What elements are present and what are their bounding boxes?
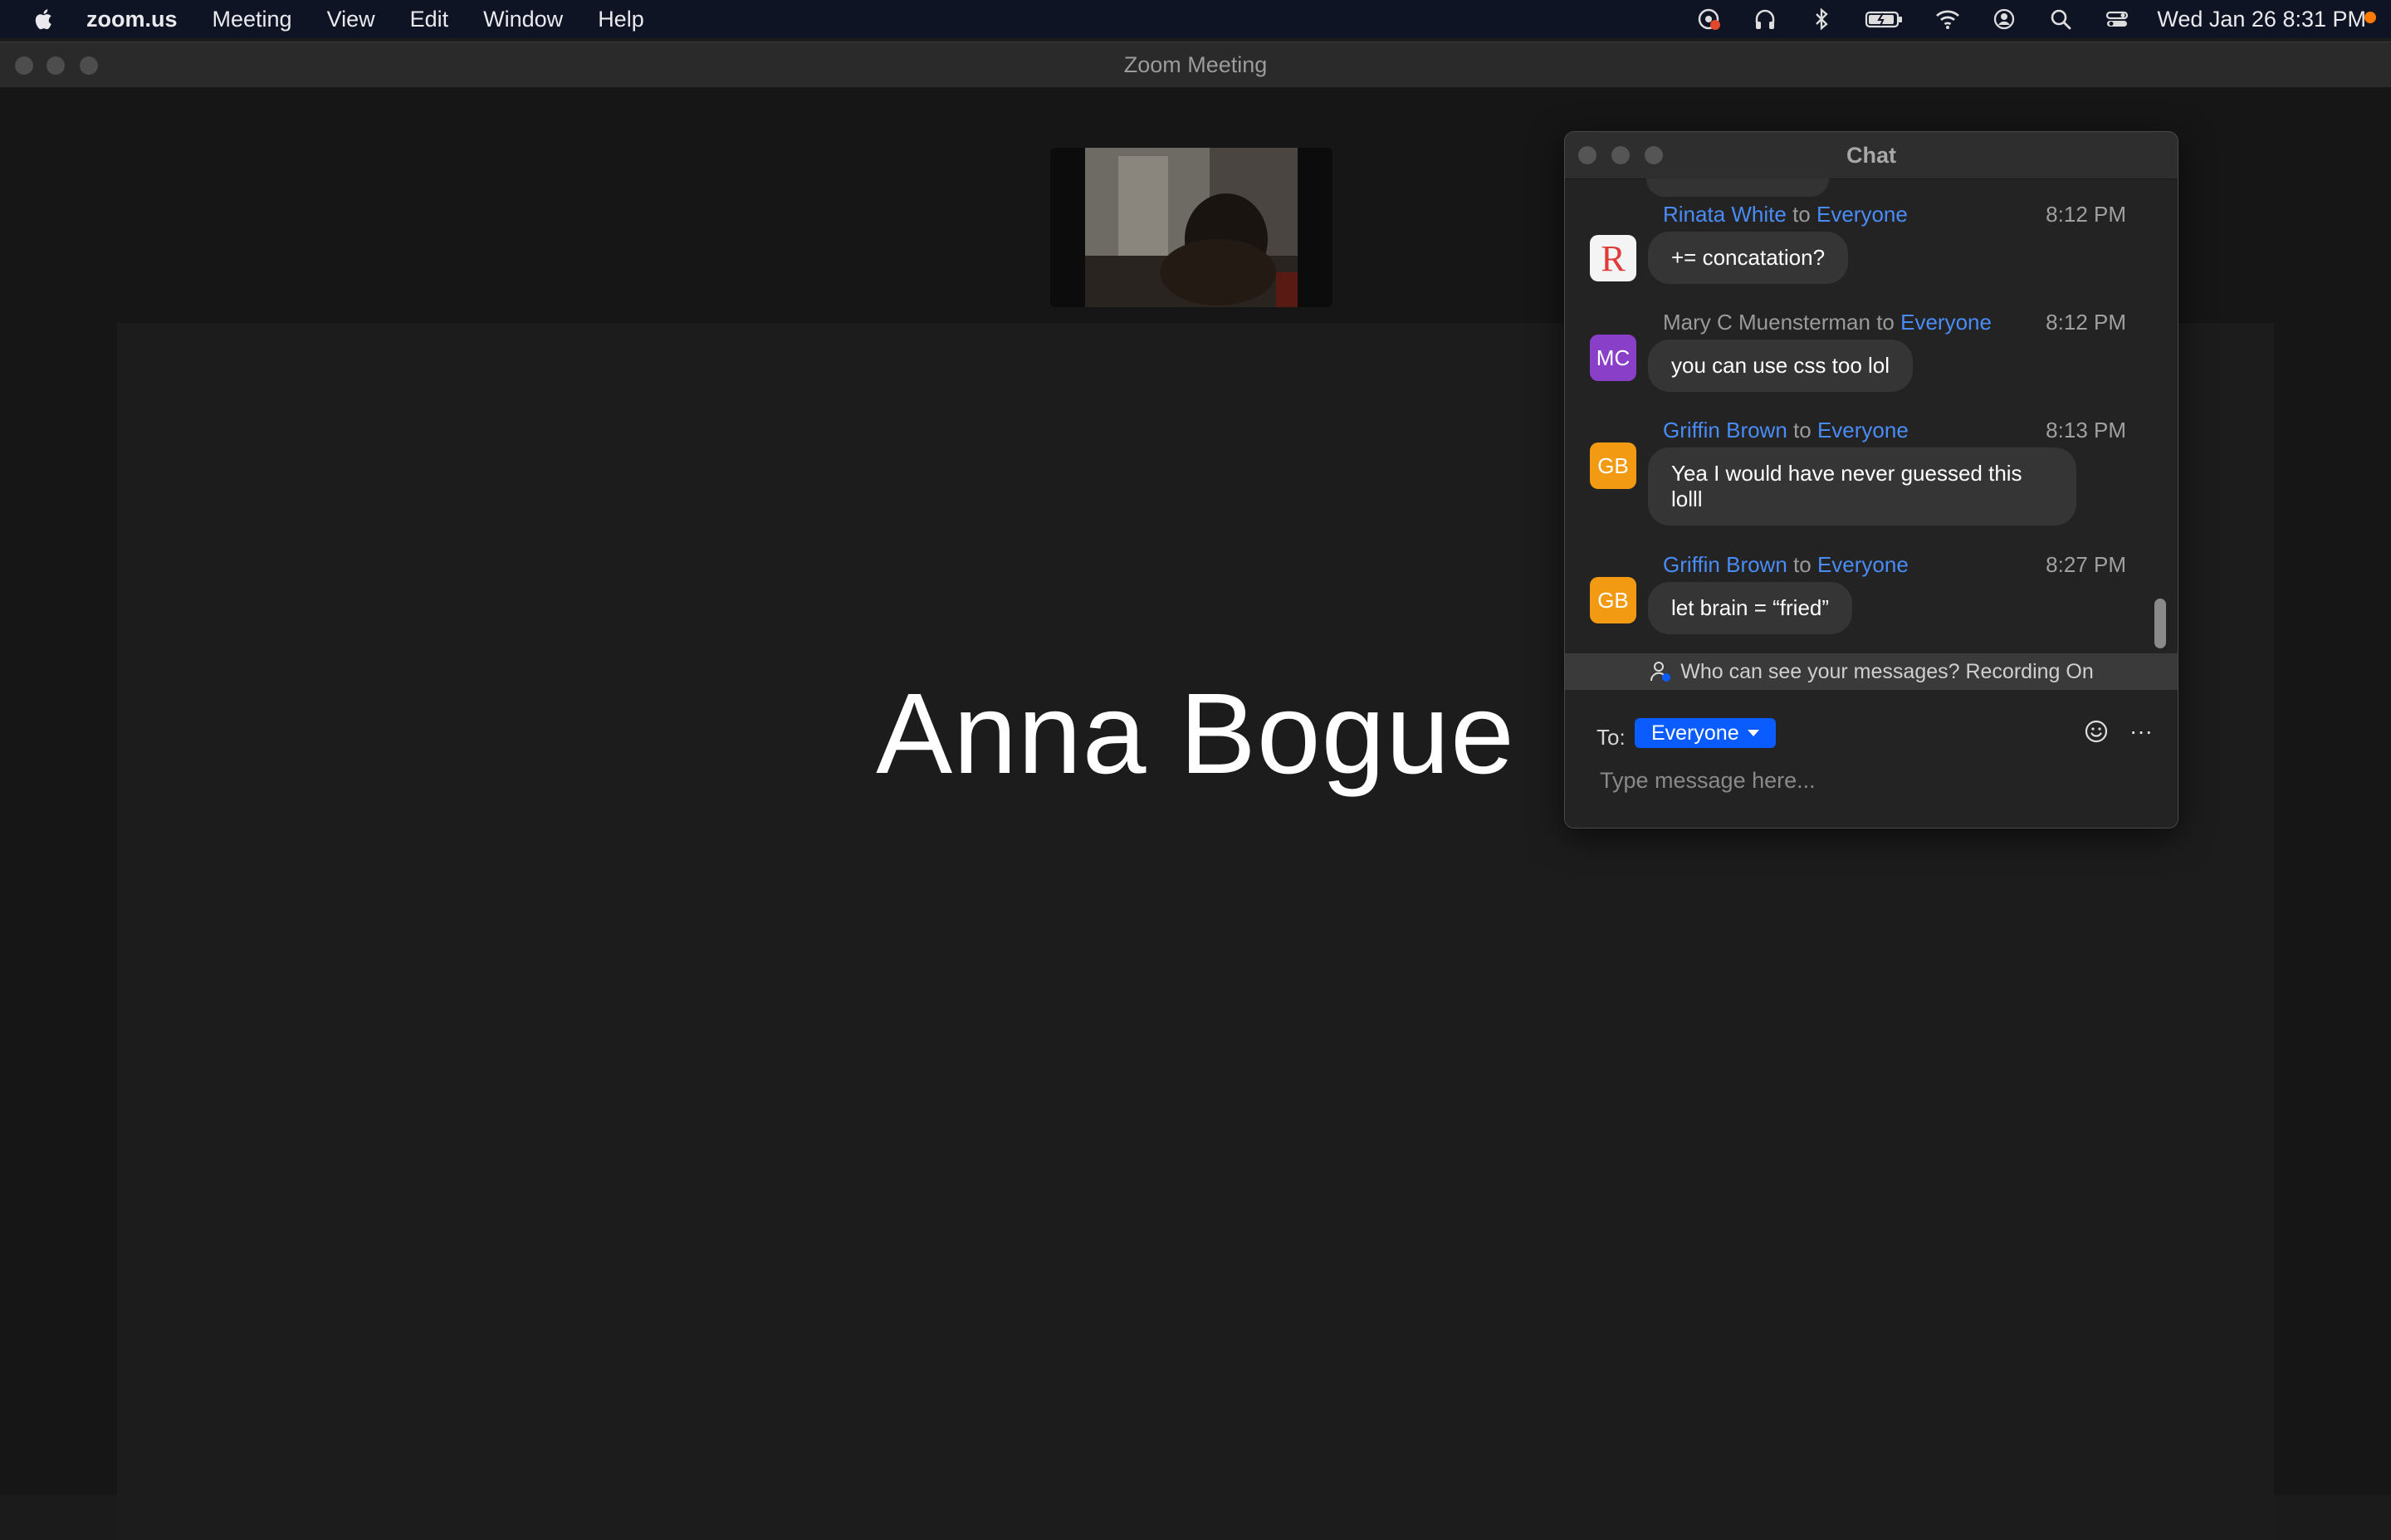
message-recipient[interactable]: Everyone (1817, 418, 1909, 442)
chat-message-list[interactable]: Rinata White to Everyone 8:12 PM R += co… (1565, 178, 2178, 652)
participant-video-strip[interactable] (1050, 148, 1332, 307)
menu-help[interactable]: Help (598, 7, 644, 32)
chat-window: Chat Rinata White to Everyone 8:12 PM R … (1564, 131, 2178, 829)
message-to-word: to (1792, 202, 1811, 227)
mic-in-use-indicator (2364, 12, 2376, 23)
screen-recording-icon[interactable] (1692, 5, 1725, 33)
message-recipient[interactable]: Everyone (1817, 552, 1909, 577)
window-title: Zoom Meeting (1123, 52, 1268, 77)
message-sender[interactable]: Griffin Brown (1663, 418, 1787, 442)
message-recipient[interactable]: Everyone (1900, 310, 1992, 335)
apple-icon[interactable] (32, 5, 56, 33)
emoji-icon[interactable] (2081, 716, 2111, 746)
menu-window[interactable]: Window (483, 7, 563, 32)
message-to-word: to (1793, 552, 1812, 577)
avatar[interactable]: GB (1590, 577, 1636, 623)
recipient-dropdown-value: Everyone (1651, 721, 1739, 745)
message-sender[interactable]: Griffin Brown (1663, 552, 1787, 577)
avatar[interactable]: MC (1590, 335, 1636, 381)
headphones-icon[interactable] (1748, 5, 1782, 33)
battery-icon[interactable] (1861, 5, 1908, 33)
message-time: 8:27 PM (2046, 552, 2126, 577)
menu-edit[interactable]: Edit (410, 7, 449, 32)
user-account-icon[interactable] (1988, 5, 2021, 33)
message-input[interactable] (1598, 761, 2141, 799)
message-recipient[interactable]: Everyone (1816, 202, 1908, 227)
avatar[interactable]: GB (1590, 442, 1636, 489)
message-sender[interactable]: Rinata White (1663, 202, 1787, 227)
privacy-text: Who can see your messages? Recording On (1680, 659, 2094, 683)
menu-meeting[interactable]: Meeting (213, 7, 292, 32)
message-time: 8:12 PM (2046, 310, 2126, 335)
recipient-dropdown[interactable]: Everyone (1635, 718, 1776, 748)
chat-title: Chat (1846, 143, 1896, 168)
message-bubble[interactable]: Yea I would have never guessed this loll… (1648, 447, 2076, 526)
chat-scrollbar[interactable] (2154, 599, 2166, 648)
message-bubble[interactable]: you can use css too lol (1648, 340, 1914, 392)
more-options-icon[interactable]: ··· (2126, 716, 2156, 746)
avatar[interactable]: R (1590, 235, 1636, 281)
chat-composer: To: Everyone ··· (1565, 690, 2178, 828)
control-center-icon[interactable] (2100, 5, 2134, 33)
menu-clock[interactable]: Wed Jan 26 8:31 PM (2157, 7, 2366, 32)
message-to-word: to (1876, 310, 1895, 335)
menu-app-name[interactable]: zoom.us (86, 7, 178, 32)
person-visibility-icon (1649, 659, 1674, 684)
spotlight-search-icon[interactable] (2044, 5, 2077, 33)
menu-view[interactable]: View (327, 7, 375, 32)
wifi-icon[interactable] (1931, 5, 1964, 33)
to-label: To: (1596, 725, 1626, 750)
menu-bar: zoom.us Meeting View Edit Window Help We… (0, 0, 2391, 38)
chat-titlebar: Chat (1565, 132, 2178, 179)
message-sender[interactable]: Mary C Muensterman (1663, 310, 1870, 335)
bluetooth-icon[interactable] (1805, 5, 1838, 33)
message-time: 8:12 PM (2046, 202, 2126, 227)
message-bubble[interactable]: let brain = “fried” (1648, 582, 1853, 634)
message-to-word: to (1793, 418, 1812, 442)
message-bubble[interactable]: += concatation? (1648, 232, 1849, 284)
participant-video-thumbnail[interactable] (1085, 148, 1298, 307)
previous-message-bubble (1646, 178, 1829, 197)
message-time: 8:13 PM (2046, 418, 2126, 442)
chevron-down-icon (1747, 730, 1759, 736)
window-titlebar: Zoom Meeting (0, 42, 2391, 88)
privacy-banner[interactable]: Who can see your messages? Recording On (1565, 653, 2178, 690)
